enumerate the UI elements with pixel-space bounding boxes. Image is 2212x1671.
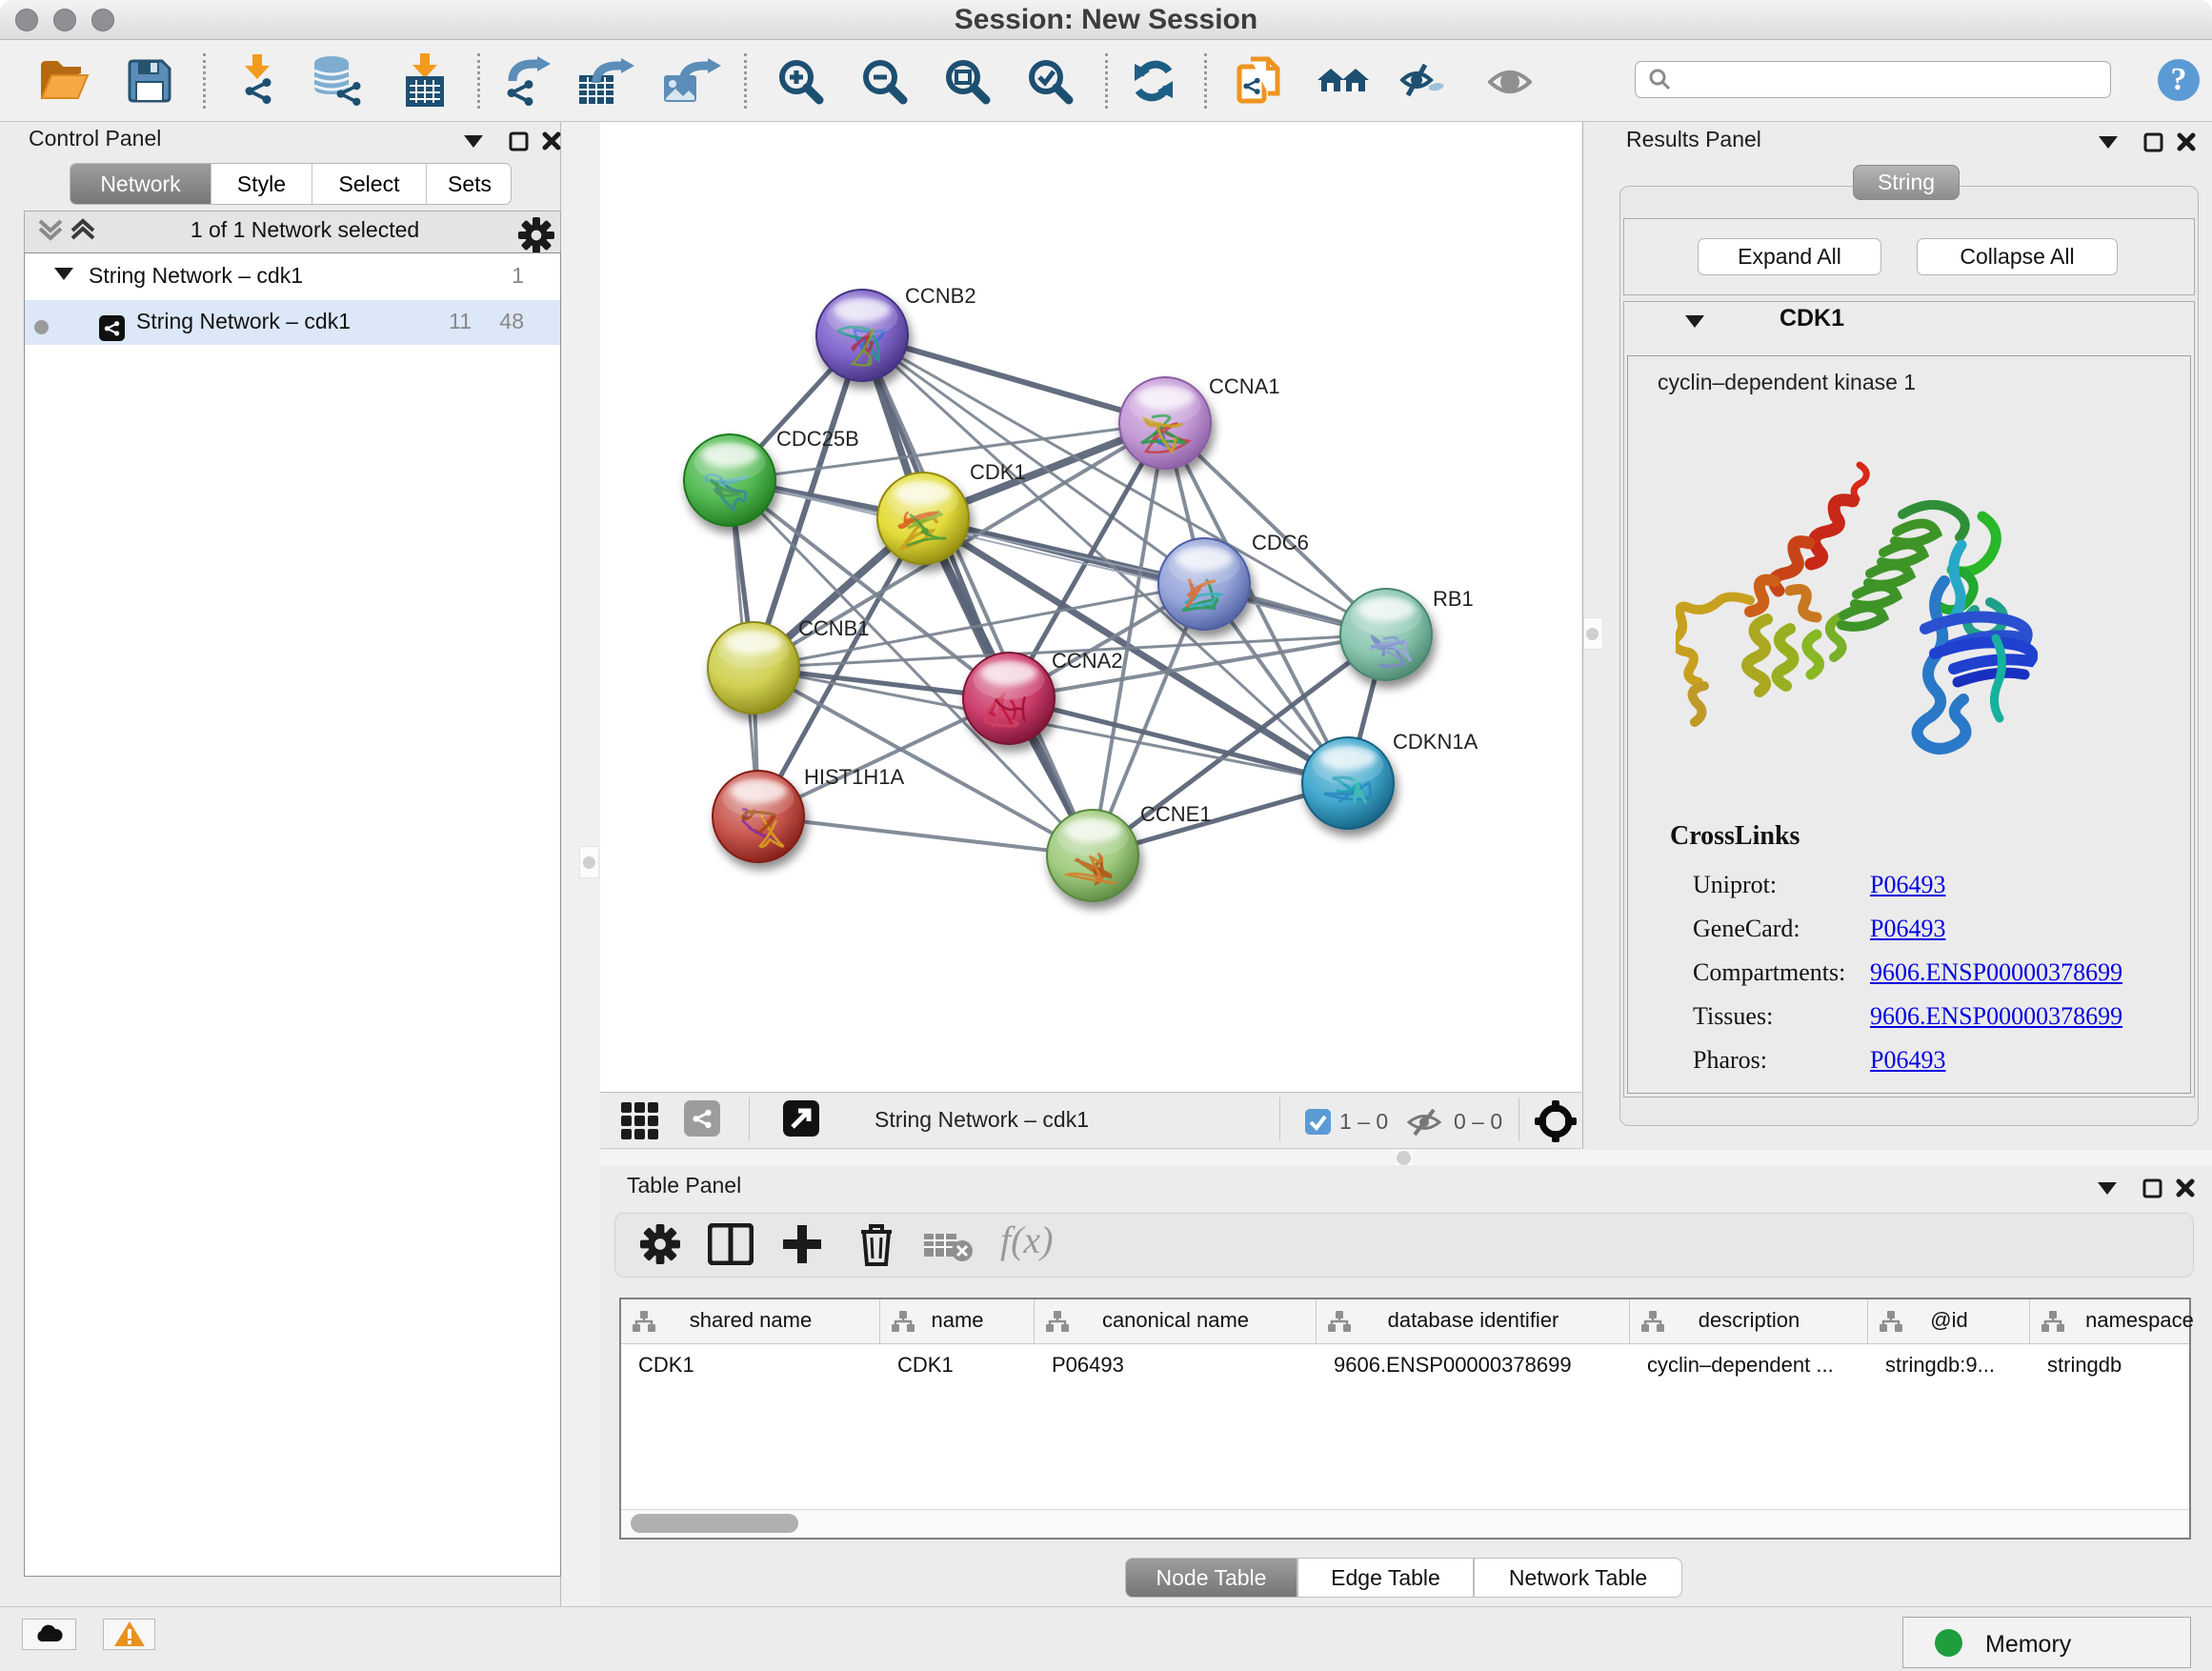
svg-text:?: ? [2171, 62, 2187, 97]
svg-text:CCNE1: CCNE1 [1140, 802, 1212, 826]
svg-text:CDC6: CDC6 [1252, 531, 1309, 554]
svg-text:CDC25B: CDC25B [776, 427, 859, 451]
svg-text:CCNB1: CCNB1 [798, 616, 870, 640]
svg-text:RB1: RB1 [1433, 587, 1474, 611]
svg-text:CCNA2: CCNA2 [1052, 649, 1123, 673]
svg-text:HIST1H1A: HIST1H1A [804, 765, 904, 789]
svg-text:CCNB2: CCNB2 [905, 284, 976, 308]
svg-text:CDK1: CDK1 [970, 460, 1026, 484]
svg-text:CDKN1A: CDKN1A [1393, 730, 1478, 754]
svg-text:CCNA1: CCNA1 [1209, 374, 1280, 398]
